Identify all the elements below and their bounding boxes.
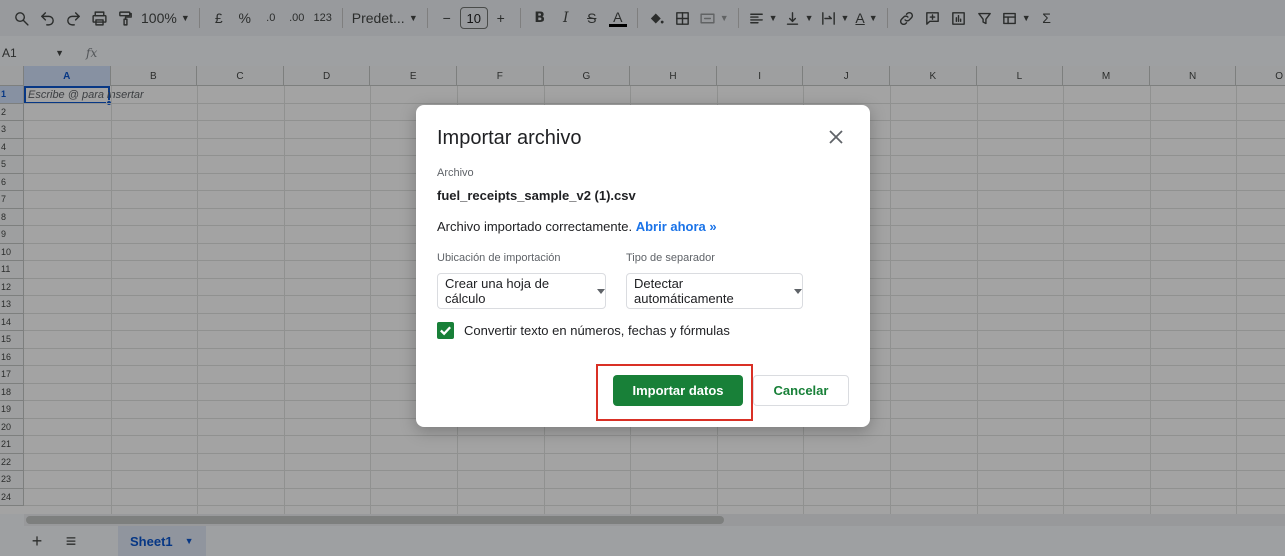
file-name: fuel_receipts_sample_v2 (1).csv [437,188,636,203]
file-label: Archivo [437,167,474,179]
dropdown-arrow-icon [597,288,605,294]
separator-type-select[interactable]: Detectar automáticamente [626,273,803,309]
open-now-link[interactable]: Abrir ahora » [636,219,717,234]
dialog-title: Importar archivo [437,127,582,149]
convert-text-label: Convertir texto en números, fechas y fór… [464,323,730,338]
import-status: Archivo importado correctamente. Abrir a… [437,219,717,234]
checkmark-icon [440,326,451,336]
import-file-dialog: Importar archivo Archivo fuel_receipts_s… [416,105,870,427]
import-location-label: Ubicación de importación [437,252,561,264]
close-icon [829,130,843,144]
status-text: Archivo importado correctamente. [437,219,633,234]
separator-type-value: Detectar automáticamente [634,276,734,306]
import-location-select[interactable]: Crear una hoja de cálculo [437,273,606,309]
dropdown-arrow-icon [794,288,802,294]
import-location-value: Crear una hoja de cálculo [445,276,550,306]
import-data-button[interactable]: Importar datos [613,375,743,406]
cancel-button[interactable]: Cancelar [753,375,849,406]
close-dialog-button[interactable] [826,127,846,147]
separator-type-label: Tipo de separador [626,252,715,264]
convert-text-checkbox[interactable] [437,322,454,339]
